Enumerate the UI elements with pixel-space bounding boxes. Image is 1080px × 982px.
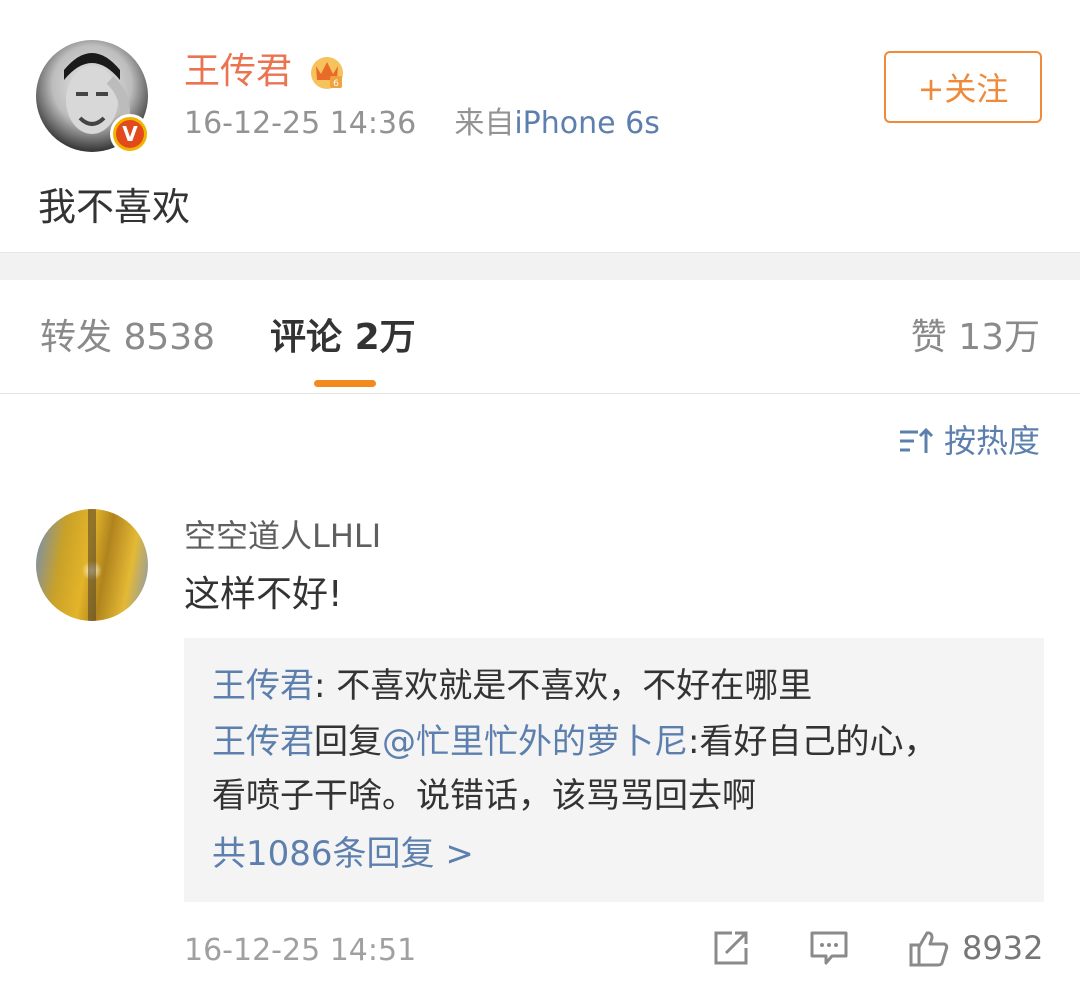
tab-comment-label: 评论 <box>270 317 343 358</box>
thumbs-up-icon <box>909 931 949 967</box>
like-count: 8932 <box>962 929 1044 967</box>
reply-thread[interactable]: 王传君: 不喜欢就是不喜欢，不好在哪里 王传君回复@忙里忙外的萝卜尼:看好自己的… <box>184 638 1044 902</box>
reply-mention[interactable]: @忙里忙外的萝卜尼 <box>382 722 688 762</box>
reply-text-continued: 看喷子干啥。说错话，该骂骂回去啊 <box>212 776 756 816</box>
sort-label: 按热度 <box>943 422 1040 460</box>
reply-author[interactable]: 王传君 <box>212 666 314 706</box>
reply-button[interactable] <box>808 925 850 971</box>
tab-repost-count: 8538 <box>123 317 216 358</box>
verified-badge-icon: V <box>110 114 150 154</box>
reply-text: 不喜欢就是不喜欢，不好在哪里 <box>336 666 813 706</box>
tab-comment[interactable]: 评论 2万 <box>270 314 416 362</box>
share-button[interactable] <box>710 925 752 971</box>
interaction-tabs: 转发 8538 评论 2万 赞 13万 <box>0 280 1080 394</box>
reply-item: 王传君: 不喜欢就是不喜欢，不好在哪里 <box>212 666 813 706</box>
sort-by-hot-button[interactable]: 按热度 <box>898 421 1040 461</box>
post-timestamp: 16-12-25 14:36 <box>184 106 417 141</box>
comment-text: 这样不好! <box>184 574 343 615</box>
tab-comment-count: 2万 <box>354 317 416 358</box>
more-replies-link[interactable]: 共1086条回复 > <box>212 824 1016 884</box>
tab-like-label: 赞 <box>910 317 947 358</box>
post-text: 我不喜欢 <box>38 185 191 229</box>
author-avatar[interactable]: V <box>36 40 150 154</box>
tab-like-count: 13万 <box>958 317 1040 358</box>
tab-like[interactable]: 赞 13万 <box>911 314 1040 362</box>
comment-icon <box>810 931 848 965</box>
reply-item: 王传君回复@忙里忙外的萝卜尼:看好自己的心， <box>212 722 938 762</box>
comment-list: 按热度 空空道人LHLI 这样不好! 王传君: 不喜欢就是不喜欢，不好在哪里 王… <box>0 395 1080 982</box>
active-tab-indicator <box>314 380 376 387</box>
member-crown-icon[interactable]: 6 <box>308 52 346 90</box>
commenter-avatar[interactable] <box>36 509 148 621</box>
post-meta: 16-12-25 14:36 来自iPhone 6s <box>184 104 660 144</box>
weibo-post: V 王传君 6 16-12-25 14:36 来自iPhone 6s +关注 我… <box>0 0 1080 252</box>
source-device[interactable]: iPhone 6s <box>514 106 660 141</box>
author-name[interactable]: 王传君 <box>184 48 292 96</box>
commenter-name[interactable]: 空空道人LHLI <box>184 515 381 557</box>
reply-author[interactable]: 王传君 <box>212 722 314 762</box>
reply-word: 回复 <box>314 722 382 762</box>
tab-repost-label: 转发 <box>40 317 113 358</box>
follow-button[interactable]: +关注 <box>884 51 1042 123</box>
sort-icon <box>899 427 934 453</box>
share-icon <box>714 931 748 965</box>
reply-text: 看好自己的心， <box>699 722 938 762</box>
tab-repost[interactable]: 转发 8538 <box>40 314 215 362</box>
section-divider <box>0 252 1080 280</box>
source-prefix: 来自 <box>454 106 515 141</box>
svg-text:6: 6 <box>333 79 339 89</box>
comment-timestamp: 16-12-25 14:51 <box>184 933 417 968</box>
like-button[interactable]: 8932 <box>908 925 1043 971</box>
